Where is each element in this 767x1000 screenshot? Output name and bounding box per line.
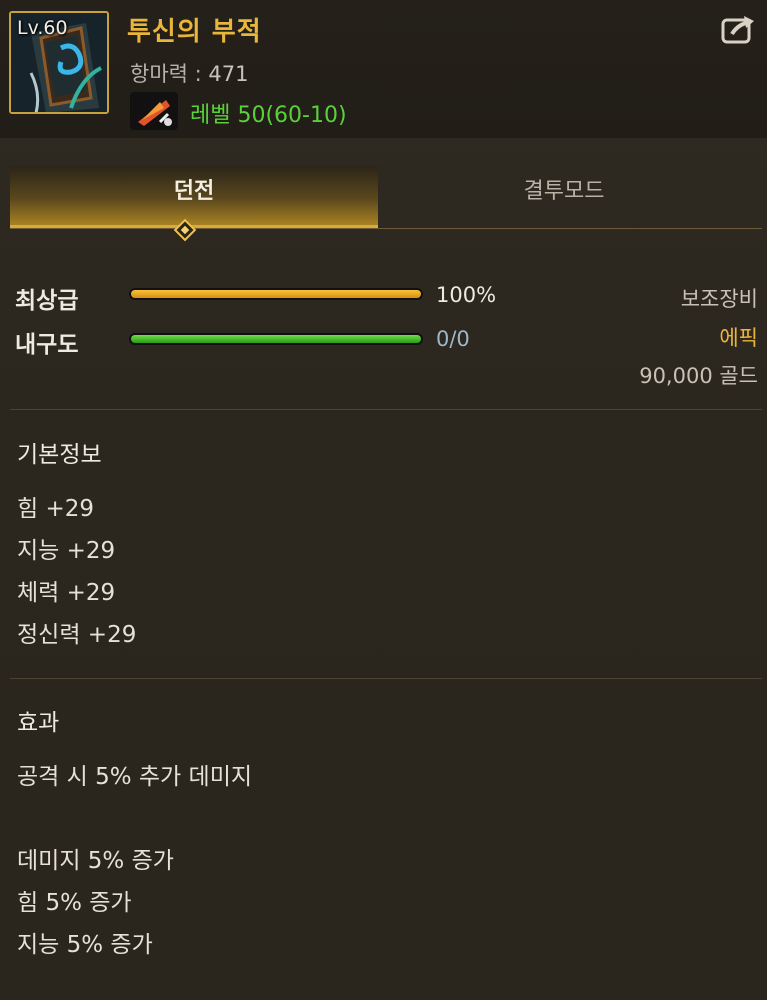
level-requirement: 레벨 50(60-10)	[190, 103, 347, 128]
item-rarity: 에픽	[719, 326, 758, 350]
basic-info-title: 기본정보	[17, 442, 102, 468]
share-export-icon[interactable]	[720, 12, 756, 46]
durability-bar	[129, 333, 423, 345]
tab-dungeon[interactable]: 던전	[10, 166, 378, 228]
power-value: 471	[208, 62, 249, 86]
divider	[10, 678, 762, 679]
item-name: 투신의 부적	[127, 17, 262, 47]
mode-tabs: 던전 결투모드	[10, 166, 762, 229]
item-price: 90,000 골드	[639, 364, 758, 388]
effect-line: 지능 5% 증가	[17, 932, 153, 958]
tab-duel-mode[interactable]: 결투모드	[380, 166, 748, 228]
power-label: 항마력 :	[130, 62, 209, 86]
effects-title: 효과	[17, 710, 60, 736]
durability-label: 내구도	[15, 332, 79, 358]
durability-value: 0/0	[436, 327, 470, 351]
item-type: 보조장비	[680, 287, 758, 311]
grade-value: 100%	[436, 283, 497, 307]
stat-intelligence: 지능 +29	[17, 538, 116, 564]
effect-line: 힘 5% 증가	[17, 890, 132, 916]
stat-spirit: 정신력 +29	[17, 622, 137, 648]
item-level-badge: Lv.60	[17, 17, 68, 39]
divider	[10, 409, 762, 410]
effect-line: 공격 시 5% 추가 데미지	[17, 764, 253, 790]
durability-bar-fill	[131, 335, 421, 343]
red-feather-icon	[130, 92, 178, 130]
effect-line: 데미지 5% 증가	[17, 848, 174, 874]
grade-label: 최상급	[15, 288, 79, 314]
grade-bar-fill	[131, 290, 421, 298]
item-header: Lv.60 투신의 부적 항마력 : 471 레벨 50(60-10)	[0, 0, 767, 138]
item-tooltip-panel: Lv.60 투신의 부적 항마력 : 471 레벨 50(60-10) 던전 결…	[0, 0, 767, 1000]
power-stat: 항마력 : 471	[130, 58, 248, 88]
stat-strength: 힘 +29	[17, 496, 95, 522]
stat-vitality: 체력 +29	[17, 580, 116, 606]
grade-bar	[129, 288, 423, 300]
item-icon: Lv.60	[9, 11, 109, 114]
